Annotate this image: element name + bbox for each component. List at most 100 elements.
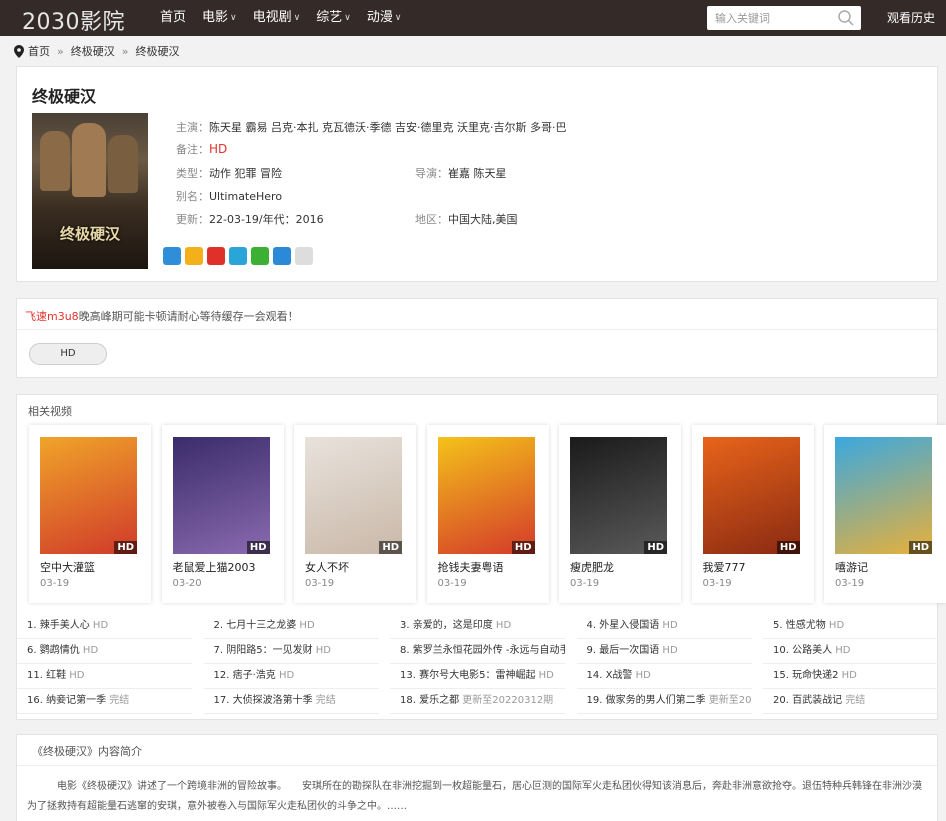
related-date: 03-19 [570,578,600,589]
synopsis-text: 电影《终极硬汉》讲述了一个跨境非洲的冒险故事。 安琪所在的勘探队在非洲挖掘到一枚… [27,781,922,812]
list-item[interactable]: 5. 性感尤物 HD [763,615,938,639]
wechat-icon[interactable] [251,247,269,265]
list-item[interactable]: 1. 辣手美人心 HD [17,615,192,639]
poster-title: 终极硬汉 [59,225,120,243]
related-thumbnail[interactable]: HD [437,437,535,554]
movie-poster[interactable]: 终极硬汉 [32,113,148,269]
watch-history-link[interactable]: 观看历史 [887,0,935,36]
related-card[interactable]: HD 我爱777 03-19 [691,425,814,603]
list-item[interactable]: 16. 纳妾记第一季 完结 [17,690,192,714]
related-title-link[interactable]: 我爱777 [703,559,746,575]
list-item[interactable]: 10. 公路美人 HD [763,640,938,664]
region-row: 地区：中国大陆,美国 [415,211,518,227]
list-item-status: HD [841,670,857,681]
breadcrumb-category[interactable]: 终极硬汉 [71,43,115,59]
search-input[interactable] [707,6,827,30]
list-item[interactable]: 9. 最后一次国语 HD [576,640,752,664]
list-item-title: 9. 最后一次国语 [586,645,660,656]
related-title-link[interactable]: 女人不坏 [305,559,349,575]
list-item[interactable]: 7. 阴阳路5：一见发财 HD [203,640,379,664]
list-item-status: HD [92,620,109,631]
list-item[interactable]: 12. 痞子·浩克 HD [203,665,379,689]
related-date: 03-19 [835,578,865,589]
list-item-title: 15. 玩命快递2 [773,670,839,681]
search-icon[interactable] [837,9,855,27]
poster-figure [40,131,70,191]
play-hd-button[interactable]: HD [29,343,107,365]
nav-item[interactable]: 综艺 ∨ [316,0,351,36]
list-item[interactable]: 2. 七月十三之龙婆 HD [203,615,379,639]
related-thumbnail[interactable]: HD [305,437,402,554]
hd-badge: HD [776,541,800,554]
list-item[interactable]: 20. 百武装战记 完结 [763,690,938,714]
list-item-title: 2. 七月十三之龙婆 [213,620,297,631]
plus-share-icon[interactable] [163,247,181,265]
list-item[interactable]: 19. 做家务的男人们第二季 更新至202 [576,690,752,714]
related-thumbnail[interactable]: HD [172,437,270,554]
cast-value: 陈天星 霸易 吕克·本扎 克瓦德沃·季德 吉安·德里克 沃里克·吉尔斯 多哥·巴 [209,121,567,134]
related-title-link[interactable]: 空中大灌篮 [40,559,95,575]
list-item[interactable]: 15. 玩命快递2 HD [763,665,938,689]
list-item[interactable]: 18. 爱乐之都 更新至20220312期 [390,690,565,714]
qzone-icon[interactable] [185,247,203,265]
list-item[interactable]: 6. 鹦鹉情仇 HD [17,640,192,664]
list-item-title: 20. 百武装战记 [773,695,843,706]
related-card[interactable]: HD 老鼠爱上猫2003 03-20 [161,425,284,603]
list-item-title: 16. 纳妾记第一季 [27,695,107,706]
related-title-link[interactable]: 嘻游记 [835,559,868,575]
list-item-title: 13. 赛尔号大电影5：雷神崛起 [400,670,536,681]
list-item-status: HD [69,670,85,681]
related-thumbnail[interactable]: HD [40,437,137,554]
list-item-title: 11. 红鞋 [27,670,67,681]
related-title-link[interactable]: 瘦虎肥龙 [570,559,614,575]
related-title-link[interactable]: 老鼠爱上猫2003 [173,559,256,575]
play-source-panel: 飞速m3u8晚高峰期可能卡顿请耐心等待缓存一会观看！ HD [16,298,938,378]
related-thumbnail[interactable]: HD [570,437,667,554]
list-item[interactable]: 8. 紫罗兰永恒花园外传 -永远与自动手 [390,640,565,664]
alias-row: 别名：UltimateHero [176,188,282,204]
list-item[interactable]: 3. 亲爱的，这是印度 HD [390,615,565,639]
related-card[interactable]: HD 瘦虎肥龙 03-19 [559,425,681,603]
related-thumbnail[interactable]: HD [702,437,800,554]
list-item-status: 更新至202 [708,695,752,706]
hd-badge: HD [909,541,932,554]
related-card[interactable]: HD 嘻游记 03-19 [824,425,946,603]
qq-icon[interactable] [273,247,291,265]
chevron-down-icon: ∨ [230,13,237,23]
list-item[interactable]: 14. X战警 HD [576,665,752,689]
nav-item-label: 动漫 [366,10,393,25]
update-value: 22-03-19/年代：2016 [209,213,324,226]
type-label: 类型： [176,167,209,180]
nav-item[interactable]: 电视剧 ∨ [253,0,301,36]
related-card[interactable]: HD 抢钱夫妻粤语 03-19 [426,425,549,603]
list-item[interactable]: 11. 红鞋 HD [17,665,192,689]
list-item[interactable]: 17. 大侦探波洛第十季 完结 [203,690,379,714]
nav-item-label: 综艺 [316,10,343,25]
weibo-icon[interactable] [207,247,225,265]
list-item-status: HD [82,645,99,656]
related-date: 03-19 [437,578,467,589]
search-box [707,6,861,30]
nav-item[interactable]: 电影 ∨ [202,0,237,36]
site-logo[interactable]: 2030影院 [22,4,125,36]
related-card[interactable]: HD 女人不坏 03-19 [294,425,416,603]
related-thumbnail[interactable]: HD [835,437,932,554]
chevron-down-icon: ∨ [293,13,301,23]
related-title-link[interactable]: 抢钱夫妻粤语 [438,559,504,575]
nav-item[interactable]: 首页 [160,0,186,36]
list-item-status: 完结 [315,695,336,706]
related-card[interactable]: HD 空中大灌篮 03-19 [29,425,151,603]
divider [17,765,937,766]
breadcrumb-current: 终极硬汉 [135,45,180,58]
copy-icon[interactable] [295,247,313,265]
list-item[interactable]: 4. 外星入侵国语 HD [576,615,752,639]
list-item-title: 14. X战警 [586,670,633,681]
nav-item[interactable]: 动漫 ∨ [367,0,402,36]
breadcrumb-home[interactable]: 首页 [28,43,50,59]
related-title: 相关视频 [28,405,72,418]
divider [17,329,937,330]
list-item[interactable]: 13. 赛尔号大电影5：雷神崛起 HD [390,665,565,689]
tencent-weibo-icon[interactable] [229,247,247,265]
notice-text: 晚高峰期可能卡顿请耐心等待缓存一会观看！ [78,310,299,323]
hd-badge: HD [644,541,667,554]
